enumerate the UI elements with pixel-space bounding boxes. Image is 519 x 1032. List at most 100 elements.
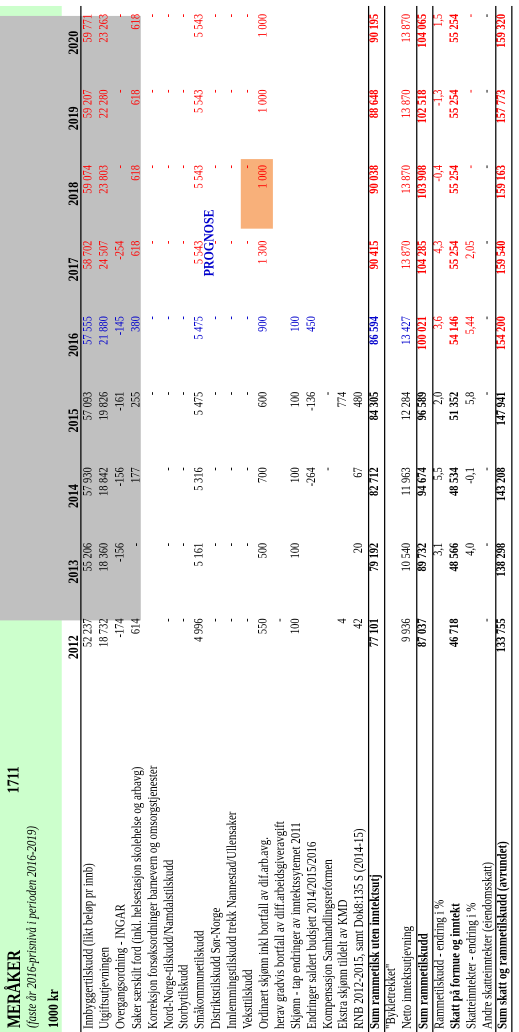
table-cell: -: [320, 467, 335, 471]
table-cell: -: [145, 316, 159, 320]
table-cell: 774: [336, 391, 350, 408]
table-cell: -: [208, 240, 223, 245]
table-cell: 104 065: [416, 13, 430, 48]
table-cell: [320, 316, 335, 382]
table-cell: [384, 14, 399, 80]
table-cell: [336, 467, 351, 533]
table-cell: -: [161, 240, 175, 245]
table-cell: 5 543: [193, 165, 207, 189]
table-cell: 100: [288, 542, 303, 559]
year-header-2014: 2014: [64, 484, 82, 509]
table-cell: 48 534: [447, 467, 462, 496]
table-cell: -: [208, 467, 223, 471]
table-cell: -0,4: [431, 165, 446, 182]
table-cell: -: [161, 13, 175, 18]
table-rule: [384, 5, 386, 1032]
unit-label: 1000 kr: [44, 989, 62, 1029]
table-cell: 59 771: [81, 13, 96, 43]
table-cell: -1,3: [431, 89, 446, 107]
table-cell: [336, 241, 351, 307]
table-cell: 1 000: [256, 13, 271, 38]
table-cell: -: [463, 13, 478, 18]
year-header-2020: 2020: [64, 30, 82, 55]
table-cell: -: [479, 13, 494, 18]
table-cell: 1,5: [431, 13, 446, 27]
table-cell: 59 207: [81, 89, 96, 119]
table-cell: 57 930: [81, 467, 96, 496]
table-cell: 159 540: [495, 240, 510, 275]
table-cell: 614: [129, 618, 143, 635]
table-cell: -: [224, 89, 239, 93]
table-cell: 10 540: [400, 542, 414, 572]
table-cell: 618: [129, 89, 143, 106]
table-rule: [431, 5, 434, 1032]
table-cell: 94 674: [416, 467, 430, 496]
table-cell: [273, 467, 288, 533]
table-cell: 55 254: [447, 89, 462, 119]
table-cell: 5 475: [193, 391, 207, 416]
table-cell: 90 195: [368, 13, 382, 43]
table-cell: [384, 467, 399, 533]
table-cell: -: [240, 165, 255, 169]
sheet-title: MERÅKER: [4, 950, 25, 1029]
row-label: Utgiftsutjevningen: [97, 946, 113, 1030]
table-cell: -156: [113, 467, 127, 487]
table-cell: -: [145, 240, 159, 245]
table-cell: 57 093: [81, 391, 96, 421]
table-cell: 12 284: [400, 391, 414, 421]
table-cell: 4,3: [431, 240, 446, 254]
table-cell: 96 589: [416, 391, 430, 421]
table-cell: 100: [288, 467, 303, 483]
table-cell: 55 206: [81, 542, 96, 572]
table-cell: 159 320: [495, 13, 510, 48]
table-cell: -: [240, 542, 255, 547]
table-cell: 5 161: [193, 542, 207, 567]
table-cell: 23 263: [97, 13, 111, 43]
table-cell: 90 038: [368, 165, 382, 194]
table-cell: [289, 89, 304, 155]
table-cell: -: [240, 89, 255, 93]
table-cell: 18 360: [97, 542, 111, 572]
table-cell: 380: [129, 316, 143, 332]
table-cell: -: [240, 467, 255, 471]
table-cell: -: [177, 391, 191, 396]
table-cell: 54 146: [447, 316, 462, 345]
table-cell: 177: [129, 467, 143, 483]
table-cell: [352, 316, 367, 382]
row-label: Overgangsordning - INGAR: [113, 904, 129, 1030]
table-cell: 102 518: [416, 89, 430, 124]
year-header-2018: 2018: [64, 181, 82, 206]
table-cell: -: [208, 542, 223, 547]
row-label: RNB 2012-2015, samt Dok8:135 S (2014-15): [352, 828, 368, 1030]
table-cell: [320, 241, 335, 307]
table-cell: 82 712: [368, 467, 382, 496]
table-rule: [495, 5, 497, 1032]
table-cell: [352, 165, 367, 231]
table-cell: -: [479, 165, 494, 169]
table-cell: [305, 165, 320, 231]
table-cell: -: [161, 542, 175, 547]
table-cell: [384, 543, 399, 609]
table-cell: -: [320, 391, 335, 396]
table-cell: [305, 618, 320, 684]
table-cell: [432, 618, 447, 684]
row-label: Endringer saldert budsjett 2014/2015/201…: [304, 841, 320, 1030]
table-cell: -: [208, 89, 223, 93]
row-label: Sum rammetilsk uten inntektsutj: [368, 874, 384, 1030]
table-cell: -: [240, 13, 255, 18]
table-cell: [336, 165, 351, 231]
table-cell: 13 870: [400, 13, 414, 43]
table-cell: 5,8: [463, 391, 478, 405]
row-label: Skatteinntekter - endring i %: [463, 902, 479, 1030]
table-cell: 90 415: [368, 240, 382, 270]
table-cell: [305, 543, 320, 609]
row-label: Skatt på formue og inntekt: [447, 903, 463, 1030]
table-cell: [320, 165, 335, 231]
table-cell: -: [224, 316, 239, 320]
table-cell: 67: [352, 467, 366, 478]
table-cell: -: [145, 165, 159, 169]
table-cell: 86 594: [368, 316, 382, 345]
table-cell: -136: [304, 391, 319, 411]
table-cell: 20: [352, 542, 366, 554]
table-cell: 1 000: [256, 89, 271, 113]
